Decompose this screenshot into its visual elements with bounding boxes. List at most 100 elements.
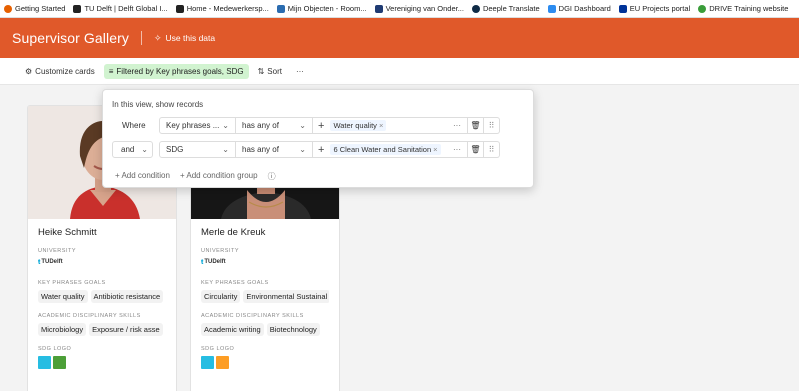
- drag-handle-icon: ⠿: [488, 145, 495, 154]
- header-divider: [140, 31, 142, 45]
- add-condition-group-button[interactable]: + Add condition group: [180, 171, 258, 182]
- eu-flag-icon: [618, 4, 627, 13]
- sdg-15-icon: [53, 356, 66, 369]
- view-toolbar: ⚙ Customize cards ≡ Filtered by Key phra…: [0, 58, 799, 84]
- drag-handle-icon: ⠿: [488, 121, 495, 130]
- dashboard-icon: [547, 4, 556, 13]
- objects-icon: [276, 4, 285, 13]
- tudelft-logo: ŧ TUDelft: [201, 258, 226, 266]
- filter-field-select[interactable]: SDG ⌄: [159, 141, 236, 158]
- key-phrases-chips: Circularity Environmental Sustainal: [201, 290, 329, 303]
- firefox-icon: [4, 4, 12, 13]
- chevron-down-icon: ⌄: [141, 145, 148, 154]
- drag-handle[interactable]: ⠿: [484, 117, 500, 134]
- bookmark-vereniging[interactable]: Vereniging van Onder...: [374, 4, 464, 13]
- bookmark-mijn-objecten[interactable]: Mijn Objecten - Room...: [276, 4, 367, 13]
- field-label-key-phrases: KEY PHRASES GOALS: [38, 280, 106, 286]
- drag-handle[interactable]: ⠿: [484, 141, 500, 158]
- gear-icon: ⚙: [25, 66, 33, 76]
- sdg-logos: [38, 356, 166, 369]
- more-options-button[interactable]: ···: [291, 64, 309, 79]
- bookmarks-bar: Getting Started TU Delft | Delft Global …: [0, 0, 799, 18]
- field-label-skills: ACADEMIC DISCIPLINARY SKILLS: [201, 313, 304, 319]
- trash-icon: 🗑: [470, 121, 481, 130]
- filter-conjunction-label: Where: [122, 121, 146, 130]
- key-phrases-chips: Water quality Antibiotic resistance: [38, 290, 166, 303]
- sdg-logos: [201, 356, 329, 369]
- chevron-down-icon: ⌄: [299, 145, 306, 154]
- bookmark-getting-started[interactable]: Getting Started: [4, 4, 65, 13]
- delete-condition-button[interactable]: 🗑: [468, 117, 484, 134]
- more-icon[interactable]: ···: [453, 121, 461, 130]
- value-chip: Water quality ×: [330, 120, 387, 131]
- card-title: Heike Schmitt: [38, 227, 97, 238]
- delete-condition-button[interactable]: 🗑: [468, 141, 484, 158]
- customize-cards-button[interactable]: ⚙ Customize cards: [20, 64, 100, 79]
- tudelft-icon: [175, 4, 184, 13]
- filter-conjunction-select[interactable]: and ⌄: [112, 141, 153, 158]
- trash-icon: 🗑: [470, 145, 481, 154]
- filter-button[interactable]: ≡ Filtered by Key phrases goals, SDG: [103, 63, 249, 79]
- field-label-university: UNIVERSITY: [201, 248, 240, 254]
- plus-icon[interactable]: +: [318, 144, 324, 156]
- sort-icon: ⇅: [257, 66, 265, 76]
- remove-chip-icon[interactable]: ×: [433, 145, 437, 154]
- sparkle-icon: ✧: [153, 32, 162, 43]
- bookmark-medewerkersportal[interactable]: Home - Medewerkersp...: [175, 4, 269, 13]
- chevron-down-icon: ⌄: [299, 121, 306, 130]
- sort-button[interactable]: ⇅ Sort: [253, 64, 287, 79]
- chevron-down-icon: ⌄: [222, 145, 229, 154]
- filter-operator-select[interactable]: has any of ⌄: [236, 141, 313, 158]
- plus-icon[interactable]: +: [318, 120, 324, 132]
- chip: Water quality: [38, 290, 88, 303]
- filter-operator-select[interactable]: has any of ⌄: [236, 117, 313, 134]
- filter-panel-title: In this view, show records: [112, 100, 204, 109]
- tudelft-icon: [73, 4, 82, 13]
- sdg-6-icon: [201, 356, 214, 369]
- sdg-7-icon: [216, 356, 229, 369]
- filter-condition-row: and ⌄ SDG ⌄ has any of ⌄ + 6 Clean Water…: [112, 141, 500, 158]
- vereniging-icon: [374, 4, 383, 13]
- flame-icon: ŧ: [201, 258, 204, 266]
- page-title: Supervisor Gallery: [12, 30, 129, 46]
- help-icon[interactable]: ⓘ: [268, 171, 276, 182]
- add-condition-button[interactable]: + Add condition: [115, 171, 170, 182]
- use-this-data-button[interactable]: ✧ Use this data: [154, 33, 215, 44]
- filter-field-select[interactable]: Key phrases ... ⌄: [159, 117, 236, 134]
- chip: Biotechnology: [266, 323, 320, 336]
- skills-chips: Academic writing Biotechnology: [201, 323, 329, 336]
- filter-value-input[interactable]: + 6 Clean Water and Sanitation × ···: [313, 141, 468, 158]
- filter-icon: ≡: [108, 66, 114, 76]
- chevron-down-icon: ⌄: [222, 121, 229, 130]
- field-label-skills: ACADEMIC DISCIPLINARY SKILLS: [38, 313, 141, 319]
- bookmark-dgi-dashboard[interactable]: DGI Dashboard: [547, 4, 611, 13]
- filter-value-input[interactable]: + Water quality × ···: [313, 117, 468, 134]
- deepl-icon: [471, 4, 480, 13]
- card-title: Merle de Kreuk: [201, 227, 266, 238]
- bookmark-eu-projects[interactable]: EU Projects portal: [618, 4, 690, 13]
- sdg-6-icon: [38, 356, 51, 369]
- drive-icon: [698, 4, 707, 13]
- skills-chips: Microbiology Exposure / risk asse: [38, 323, 166, 336]
- more-icon[interactable]: ···: [453, 145, 461, 154]
- bookmark-deepl[interactable]: Deeple Translate: [471, 4, 540, 13]
- bookmark-tudelft-global[interactable]: TU Delft | Delft Global I...: [73, 4, 168, 13]
- field-label-sdg-logo: SDG LOGO: [201, 346, 235, 352]
- app-header: Supervisor Gallery ✧ Use this data: [0, 18, 799, 58]
- remove-chip-icon[interactable]: ×: [379, 121, 383, 130]
- flame-icon: ŧ: [38, 258, 41, 266]
- filter-actions: + Add condition + Add condition group ⓘ: [115, 171, 286, 182]
- value-chip: 6 Clean Water and Sanitation ×: [330, 144, 441, 155]
- field-label-sdg-logo: SDG LOGO: [38, 346, 72, 352]
- chip: Circularity: [201, 290, 241, 303]
- tudelft-logo: ŧ TUDelft: [38, 258, 63, 266]
- bookmark-drive-training[interactable]: DRIVE Training website: [698, 4, 788, 13]
- chip: Microbiology: [38, 323, 87, 336]
- filter-panel: In this view, show records Where Key phr…: [102, 89, 534, 188]
- chip: Environmental Sustainal: [243, 290, 329, 303]
- field-label-key-phrases: KEY PHRASES GOALS: [201, 280, 269, 286]
- filter-condition-row: Where Key phrases ... ⌄ has any of ⌄ + W…: [112, 117, 500, 134]
- chip: Exposure / risk asse: [89, 323, 163, 336]
- field-label-university: UNIVERSITY: [38, 248, 77, 254]
- chip: Academic writing: [201, 323, 264, 336]
